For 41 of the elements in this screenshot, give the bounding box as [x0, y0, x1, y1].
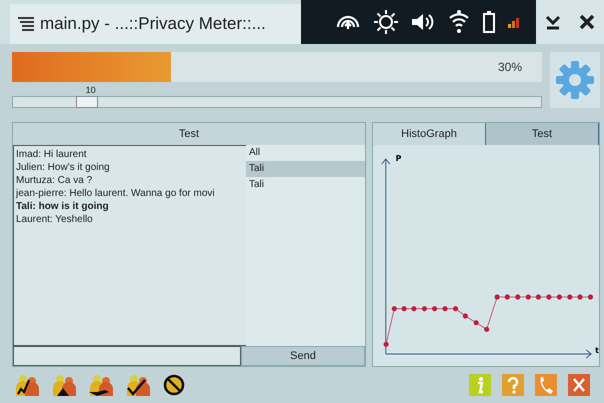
people-hand-icon[interactable]: [88, 374, 114, 396]
slider-track[interactable]: [12, 96, 542, 108]
slider-value: 10: [84, 85, 96, 95]
title-tab[interactable]: main.py - ...::Privacy Meter::...: [10, 4, 301, 44]
meter-percent: 30%: [498, 60, 522, 74]
people-check-icon[interactable]: [125, 374, 151, 396]
close-icon: [579, 14, 595, 30]
window-title: main.py - ...::Privacy Meter::...: [40, 14, 266, 34]
panel-header: Test: [13, 123, 365, 145]
sun-icon: [374, 10, 398, 34]
recipient-item[interactable]: All: [246, 145, 365, 161]
tab[interactable]: Test: [486, 123, 599, 145]
axis-label: P: [396, 154, 402, 164]
send-button[interactable]: Send: [241, 346, 365, 366]
tab[interactable]: HistoGraph: [373, 123, 486, 145]
chat-message: Murtuza: Ca va ?: [16, 174, 94, 187]
chat-message: Imad: Hi laurent: [16, 148, 88, 161]
people-pen-icon[interactable]: [14, 374, 40, 396]
people-icon[interactable]: [51, 374, 77, 396]
menu-icon: [18, 17, 34, 31]
axis-label: t: [595, 346, 599, 356]
no-entry-icon[interactable]: [162, 374, 186, 396]
close-icon[interactable]: [568, 374, 590, 396]
antenna-icon: [335, 13, 361, 31]
settings-icon: [555, 60, 595, 100]
wifi-icon: [448, 10, 470, 34]
battery-icon: [483, 11, 495, 33]
minimize-icon: [545, 14, 561, 30]
chat-message: Julien: How's it going: [16, 161, 111, 174]
message-input[interactable]: [13, 346, 241, 366]
recipient-item[interactable]: Tali: [246, 161, 365, 177]
status-area[interactable]: [301, 0, 536, 44]
speaker-icon: [411, 12, 435, 32]
chat-message: jean-pierre: Hello laurent. Wanna go for movi: [16, 187, 216, 200]
minimize-button[interactable]: [536, 0, 570, 44]
chat-message: Tali: how is it going: [16, 200, 110, 213]
close-button[interactable]: [570, 0, 604, 44]
slider-thumb[interactable]: [76, 96, 98, 108]
recipient-item[interactable]: Tali: [246, 177, 365, 193]
chat-message: Laurent: Yeshello: [16, 213, 94, 226]
signal-icon: [508, 16, 520, 28]
